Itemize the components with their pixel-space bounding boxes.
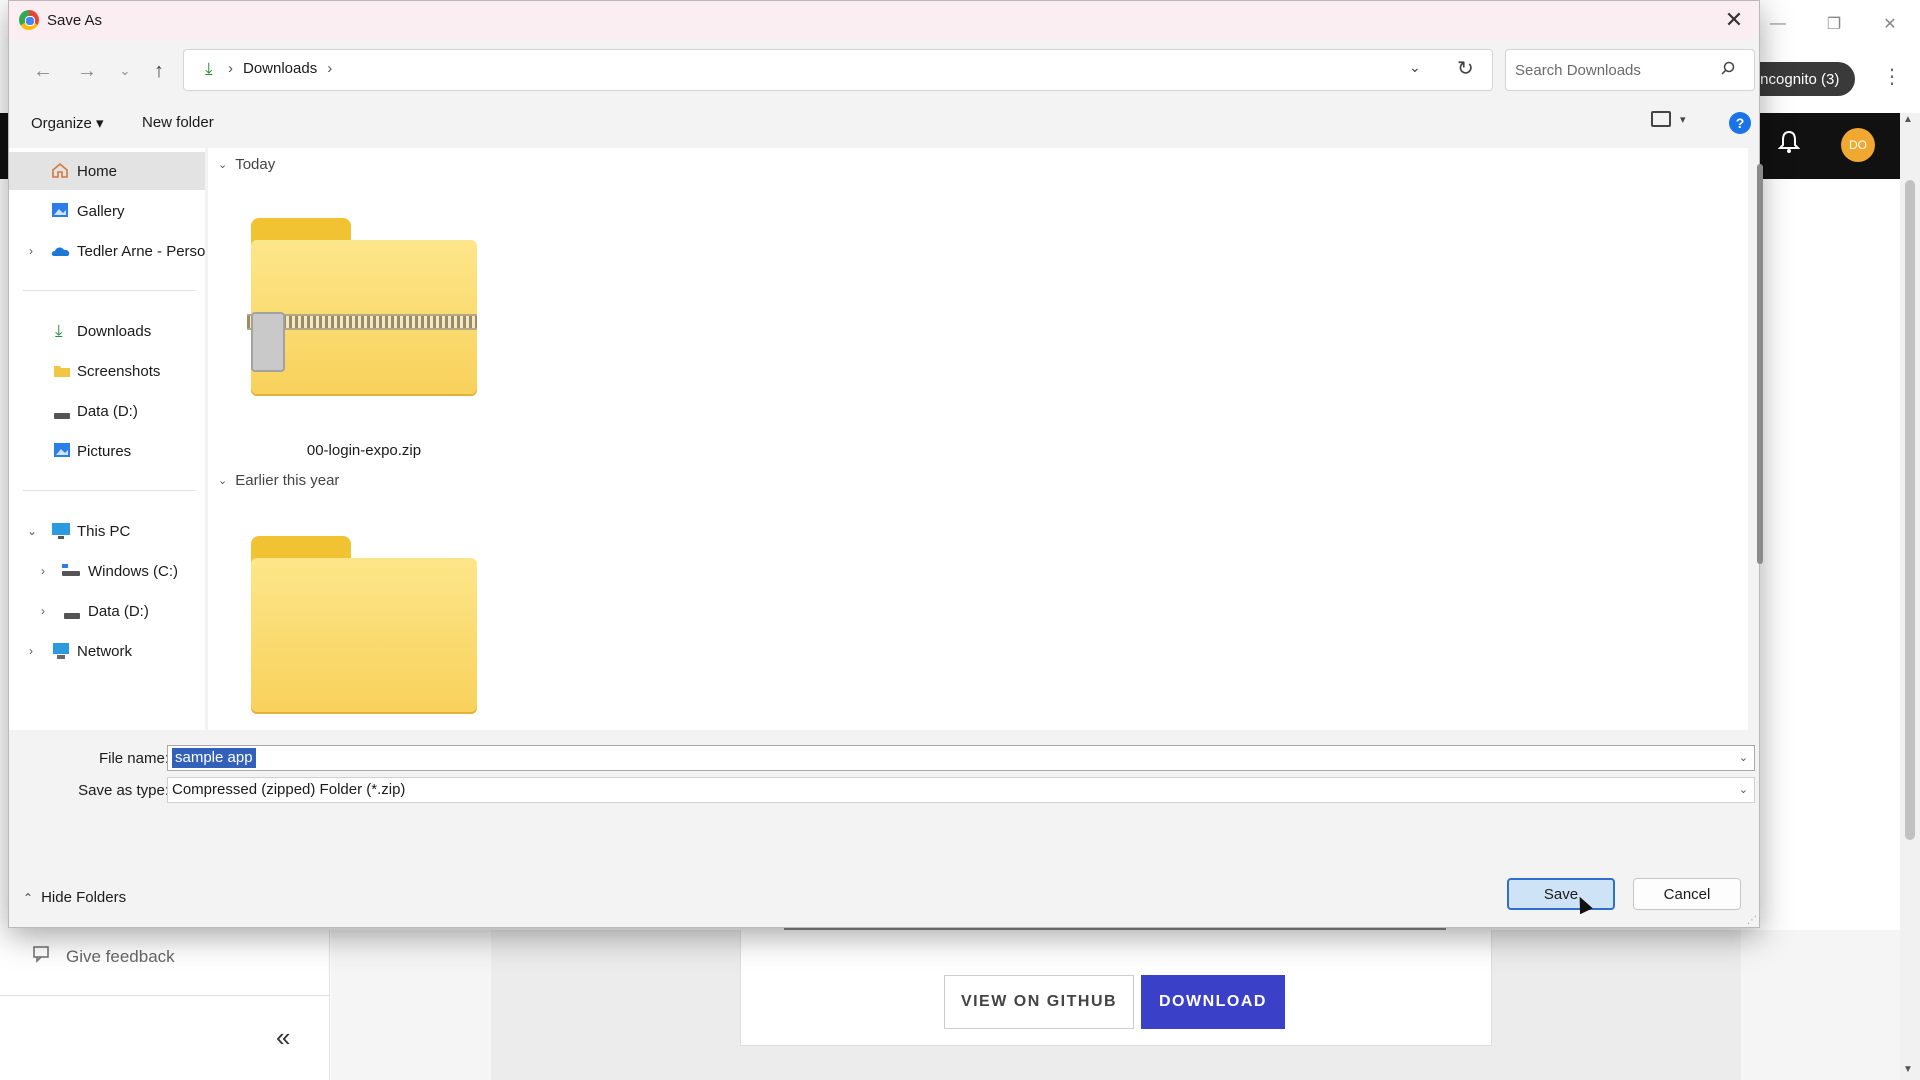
back-icon[interactable]: ←: [29, 57, 57, 85]
dialog-title: Save As: [47, 11, 103, 29]
file-name-value[interactable]: sample app: [172, 748, 256, 768]
nav-item-data-d[interactable]: Data (D:): [9, 392, 205, 430]
scroll-down-icon[interactable]: ▼: [1903, 1064, 1913, 1075]
cancel-button[interactable]: Cancel: [1633, 878, 1741, 910]
navigation-pane: Home Gallery › Tedler Arne - Personal ⤓ …: [9, 148, 205, 730]
nav-item-windows-c[interactable]: › Windows (C:): [9, 552, 205, 590]
group-header-earlier-this-year[interactable]: ⌄ Earlier this year: [218, 472, 339, 489]
address-dropdown-icon[interactable]: ⌄: [1409, 59, 1421, 76]
breadcrumb: › Downloads ›: [228, 60, 333, 77]
pictures-icon: [53, 442, 71, 458]
chevron-right-icon[interactable]: ›: [29, 244, 33, 258]
download-icon: ⤓: [55, 321, 63, 340]
scroll-up-icon[interactable]: ▲: [1903, 114, 1913, 125]
dialog-title-bar[interactable]: Save As ✕: [9, 1, 1759, 39]
file-list-scroll-thumb[interactable]: [1757, 164, 1763, 564]
feedback-icon: [32, 944, 52, 969]
page-scroll-thumb[interactable]: [1905, 180, 1915, 840]
hide-folders-button[interactable]: ⌃ Hide Folders: [23, 889, 126, 906]
home-icon: [51, 162, 69, 178]
file-name-field[interactable]: sample app ⌄: [167, 745, 1755, 771]
windows-drive-icon: [61, 563, 80, 579]
up-icon[interactable]: ↑: [145, 57, 173, 85]
save-button[interactable]: Save: [1507, 878, 1615, 910]
nav-item-screenshots[interactable]: Screenshots: [9, 352, 205, 390]
chevron-down-icon[interactable]: ⌄: [1739, 751, 1748, 764]
nav-item-data-d-2[interactable]: › Data (D:): [9, 592, 205, 630]
chevron-up-icon: ⌃: [23, 890, 34, 905]
download-location-icon: ⤓: [205, 59, 213, 78]
save-as-type-value: Compressed (zipped) Folder (*.zip): [172, 781, 406, 798]
view-on-github-button[interactable]: VIEW ON GITHUB: [944, 975, 1134, 1029]
folder-icon[interactable]: [251, 536, 477, 714]
save-as-dialog: Save As ✕ ← → ⌄ ↑ ⤓ › Downloads › ⌄ ↻ Se…: [8, 0, 1763, 928]
divider: [23, 490, 195, 491]
drive-icon: [53, 407, 71, 423]
chevron-down-icon: ⌄: [218, 159, 228, 171]
network-icon: [51, 642, 69, 659]
download-button[interactable]: DOWNLOAD: [1141, 975, 1285, 1029]
search-icon[interactable]: [1721, 61, 1735, 79]
address-bar[interactable]: [183, 49, 1493, 91]
nav-item-gallery[interactable]: Gallery: [9, 192, 205, 230]
collapse-sidebar-icon[interactable]: «: [276, 1022, 290, 1053]
restore-icon[interactable]: ❐: [1806, 0, 1862, 48]
chevron-right-icon[interactable]: ›: [41, 564, 45, 578]
file-name-label[interactable]: 00-login-expo.zip: [251, 442, 477, 459]
chevron-right-icon[interactable]: ›: [41, 604, 45, 618]
organize-button[interactable]: Organize ▾: [31, 114, 104, 132]
file-name-label: File name:: [98, 750, 169, 767]
group-header-today[interactable]: ⌄ Today: [218, 156, 275, 173]
recent-locations-icon[interactable]: ⌄: [111, 57, 139, 85]
view-mode-icon[interactable]: [1651, 111, 1671, 127]
divider: [784, 928, 1446, 930]
divider: [0, 995, 330, 996]
refresh-icon[interactable]: ↻: [1457, 56, 1474, 81]
window-close-icon[interactable]: ✕: [1862, 0, 1918, 48]
chevron-right-icon[interactable]: ›: [29, 644, 33, 658]
kebab-menu-icon[interactable]: ⋮: [1882, 64, 1902, 89]
onedrive-icon: [51, 244, 70, 260]
zip-folder-icon[interactable]: [247, 218, 477, 396]
folder-icon: [53, 364, 71, 380]
nav-item-pictures[interactable]: Pictures: [9, 432, 205, 470]
save-as-type-label: Save as type:: [78, 782, 169, 799]
help-icon[interactable]: ?: [1729, 112, 1751, 134]
chevron-down-icon: ⌄: [218, 475, 228, 487]
avatar[interactable]: DO: [1841, 128, 1875, 162]
bell-icon[interactable]: [1777, 130, 1801, 158]
nav-item-network[interactable]: › Network: [9, 632, 205, 670]
file-list-pane: ⌄ Today 00-login-expo.zip ⌄ Earlier this…: [208, 148, 1748, 730]
gallery-icon: [51, 202, 69, 218]
forward-icon[interactable]: →: [73, 57, 101, 85]
nav-item-this-pc[interactable]: ⌄ This PC: [9, 512, 205, 550]
save-as-type-select[interactable]: Compressed (zipped) Folder (*.zip) ⌄: [167, 777, 1755, 803]
nav-item-home[interactable]: Home: [9, 152, 205, 190]
view-dropdown-icon[interactable]: ▾: [1680, 113, 1686, 126]
chevron-down-icon[interactable]: ⌄: [1739, 783, 1748, 796]
nav-item-onedrive[interactable]: › Tedler Arne - Personal: [9, 232, 205, 270]
feedback-label: Give feedback: [66, 946, 175, 966]
close-icon[interactable]: ✕: [1719, 5, 1749, 35]
resize-grip-icon[interactable]: ⋰: [1747, 915, 1757, 926]
chrome-icon: [19, 10, 39, 30]
drive-icon: [63, 607, 81, 623]
new-folder-button[interactable]: New folder: [142, 114, 214, 131]
breadcrumb-downloads[interactable]: Downloads: [243, 60, 317, 77]
chevron-down-icon[interactable]: ⌄: [27, 524, 37, 538]
nav-item-downloads[interactable]: ⤓ Downloads: [9, 312, 205, 350]
search-placeholder[interactable]: Search Downloads: [1515, 62, 1641, 79]
divider: [23, 290, 195, 291]
give-feedback-link[interactable]: Give feedback: [32, 944, 175, 969]
pc-icon: [51, 522, 70, 539]
